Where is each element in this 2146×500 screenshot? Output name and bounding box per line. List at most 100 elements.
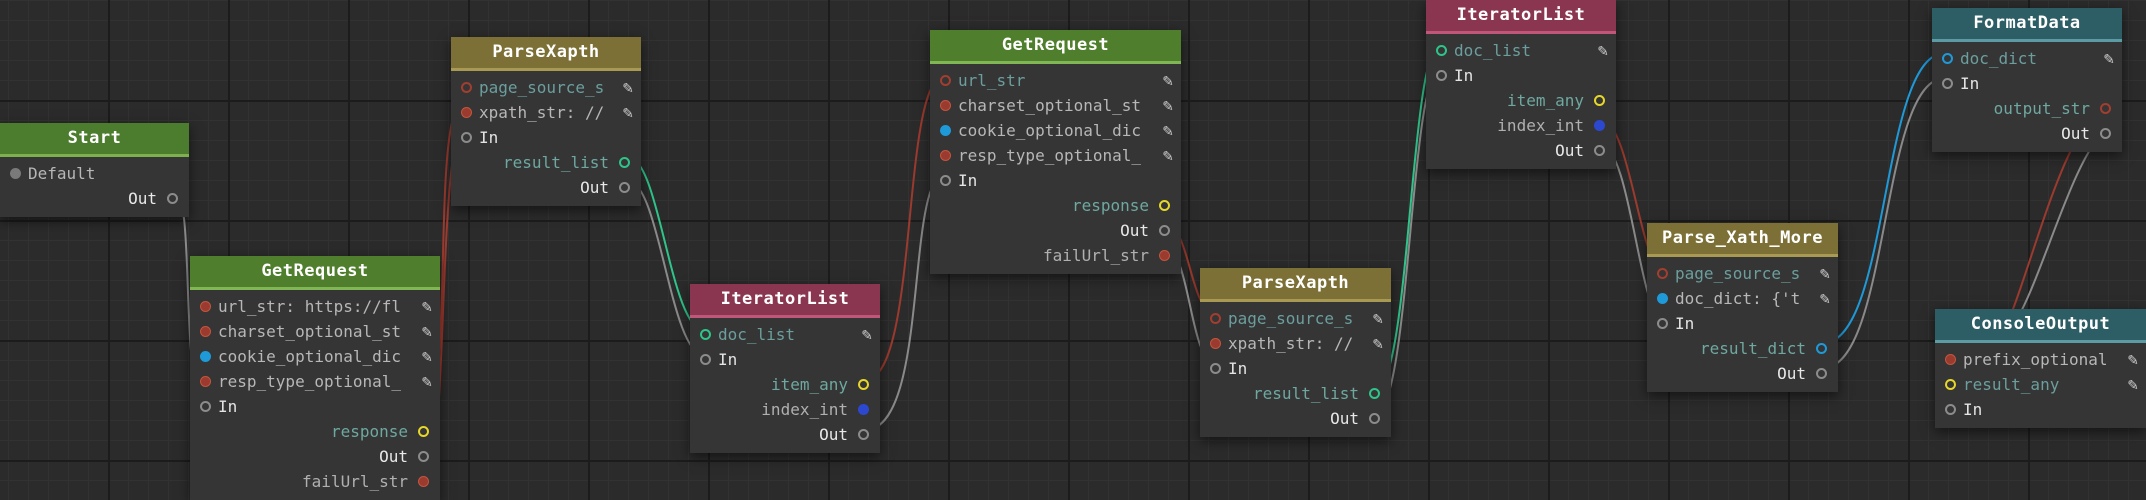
edit-icon[interactable]: ✎ xyxy=(2128,348,2138,372)
edit-icon[interactable]: ✎ xyxy=(1820,262,1830,286)
input-port[interactable] xyxy=(461,132,472,143)
output-port[interactable] xyxy=(1594,120,1605,131)
charset-param[interactable]: charset_optional_st ✎ xyxy=(190,319,440,344)
edit-icon[interactable]: ✎ xyxy=(1163,94,1173,118)
parse-xpath-node-2[interactable]: ParseXapth page_source_s ✎ xpath_str: //… xyxy=(1200,268,1391,437)
get-request-node-1[interactable]: GetRequest url_str: https://fl ✎ charset… xyxy=(190,256,440,500)
input-port[interactable] xyxy=(1210,313,1221,324)
edit-icon[interactable]: ✎ xyxy=(1373,307,1383,331)
input-port[interactable] xyxy=(1436,45,1447,56)
output-port[interactable] xyxy=(1816,368,1827,379)
edit-icon[interactable]: ✎ xyxy=(1163,69,1173,93)
node-title[interactable]: IteratorList xyxy=(690,284,880,318)
input-port[interactable] xyxy=(1657,268,1668,279)
output-port[interactable] xyxy=(619,182,630,193)
input-port[interactable] xyxy=(940,150,951,161)
edit-icon[interactable]: ✎ xyxy=(1373,332,1383,356)
output-port[interactable] xyxy=(858,404,869,415)
input-port[interactable] xyxy=(1210,338,1221,349)
input-port[interactable] xyxy=(940,75,951,86)
cookie-param[interactable]: cookie_optional_dic ✎ xyxy=(930,118,1181,143)
output-port[interactable] xyxy=(1369,388,1380,399)
output-port[interactable] xyxy=(1159,250,1170,261)
input-port[interactable] xyxy=(200,326,211,337)
input-port[interactable] xyxy=(1942,78,1953,89)
edit-icon[interactable]: ✎ xyxy=(422,370,432,394)
iterator-list-node-1[interactable]: IteratorList doc_list ✎ In item_any inde… xyxy=(690,284,880,453)
edit-icon[interactable]: ✎ xyxy=(1163,119,1173,143)
input-port[interactable] xyxy=(1436,70,1447,81)
resp-type-param[interactable]: resp_type_optional_ ✎ xyxy=(930,143,1181,168)
result-any-param[interactable]: result_any ✎ xyxy=(1935,372,2146,397)
node-title[interactable]: GetRequest xyxy=(930,30,1181,64)
input-port[interactable] xyxy=(940,125,951,136)
node-title[interactable]: ConsoleOutput xyxy=(1935,309,2146,343)
output-port[interactable] xyxy=(1816,343,1827,354)
output-port[interactable] xyxy=(1369,413,1380,424)
node-title[interactable]: ParseXapth xyxy=(451,37,641,71)
node-title[interactable]: GetRequest xyxy=(190,256,440,290)
input-port[interactable] xyxy=(200,376,211,387)
parse-xpath-node-1[interactable]: ParseXapth page_source_s ✎ xpath_str: //… xyxy=(451,37,641,206)
input-port[interactable] xyxy=(1945,379,1956,390)
input-port[interactable] xyxy=(200,351,211,362)
output-port[interactable] xyxy=(619,157,630,168)
input-port[interactable] xyxy=(940,100,951,111)
edit-icon[interactable]: ✎ xyxy=(1820,287,1830,311)
output-port[interactable] xyxy=(418,476,429,487)
url-param[interactable]: url_str: https://fl ✎ xyxy=(190,294,440,319)
output-port[interactable] xyxy=(2100,103,2111,114)
prefix-param[interactable]: prefix_optional ✎ xyxy=(1935,347,2146,372)
xpath-param[interactable]: xpath_str: // ✎ xyxy=(451,100,641,125)
page-source-param[interactable]: page_source_s ✎ xyxy=(451,75,641,100)
console-output-node[interactable]: ConsoleOutput prefix_optional ✎ result_a… xyxy=(1935,309,2146,428)
doc-list-param[interactable]: doc_list ✎ xyxy=(690,322,880,347)
output-port[interactable] xyxy=(1159,225,1170,236)
input-port[interactable] xyxy=(700,329,711,340)
output-port[interactable] xyxy=(858,429,869,440)
input-port[interactable] xyxy=(461,107,472,118)
node-title[interactable]: Parse_Xath_More xyxy=(1647,223,1838,257)
charset-param[interactable]: charset_optional_st ✎ xyxy=(930,93,1181,118)
node-title[interactable]: Start xyxy=(0,123,189,157)
parse-xpath-more-node[interactable]: Parse_Xath_More page_source_s ✎ doc_dict… xyxy=(1647,223,1838,392)
edit-icon[interactable]: ✎ xyxy=(623,76,633,100)
input-port[interactable] xyxy=(200,301,211,312)
input-port[interactable] xyxy=(1942,53,1953,64)
input-port[interactable] xyxy=(1657,293,1668,304)
iterator-list-node-2[interactable]: IteratorList doc_list ✎ In item_any inde… xyxy=(1426,0,1616,169)
input-port[interactable] xyxy=(461,82,472,93)
format-data-node[interactable]: FormatData doc_dict ✎ In output_str Out xyxy=(1932,8,2122,152)
start-node[interactable]: Start Default Out xyxy=(0,123,189,217)
edit-icon[interactable]: ✎ xyxy=(862,323,872,347)
get-request-node-2[interactable]: GetRequest url_str ✎ charset_optional_st… xyxy=(930,30,1181,274)
input-port[interactable] xyxy=(700,354,711,365)
cookie-param[interactable]: cookie_optional_dic ✎ xyxy=(190,344,440,369)
page-source-param[interactable]: page_source_s ✎ xyxy=(1200,306,1391,331)
input-port[interactable] xyxy=(1210,363,1221,374)
node-title[interactable]: IteratorList xyxy=(1426,0,1616,34)
edit-icon[interactable]: ✎ xyxy=(422,295,432,319)
input-port[interactable] xyxy=(200,401,211,412)
input-port[interactable] xyxy=(1945,354,1956,365)
input-port[interactable] xyxy=(1945,404,1956,415)
input-port[interactable] xyxy=(10,168,21,179)
url-param[interactable]: url_str ✎ xyxy=(930,68,1181,93)
doc-dict-param[interactable]: doc_dict ✎ xyxy=(1932,46,2122,71)
output-port[interactable] xyxy=(167,193,178,204)
input-port[interactable] xyxy=(1657,318,1668,329)
output-port[interactable] xyxy=(1594,95,1605,106)
input-port[interactable] xyxy=(940,175,951,186)
output-port[interactable] xyxy=(418,451,429,462)
edit-icon[interactable]: ✎ xyxy=(1598,39,1608,63)
edit-icon[interactable]: ✎ xyxy=(2128,373,2138,397)
edit-icon[interactable]: ✎ xyxy=(623,101,633,125)
output-port[interactable] xyxy=(1159,200,1170,211)
xpath-param[interactable]: xpath_str: // ✎ xyxy=(1200,331,1391,356)
edit-icon[interactable]: ✎ xyxy=(1163,144,1173,168)
doc-list-param[interactable]: doc_list ✎ xyxy=(1426,38,1616,63)
node-title[interactable]: FormatData xyxy=(1932,8,2122,42)
edit-icon[interactable]: ✎ xyxy=(422,345,432,369)
output-port[interactable] xyxy=(2100,128,2111,139)
page-source-param[interactable]: page_source_s ✎ xyxy=(1647,261,1838,286)
